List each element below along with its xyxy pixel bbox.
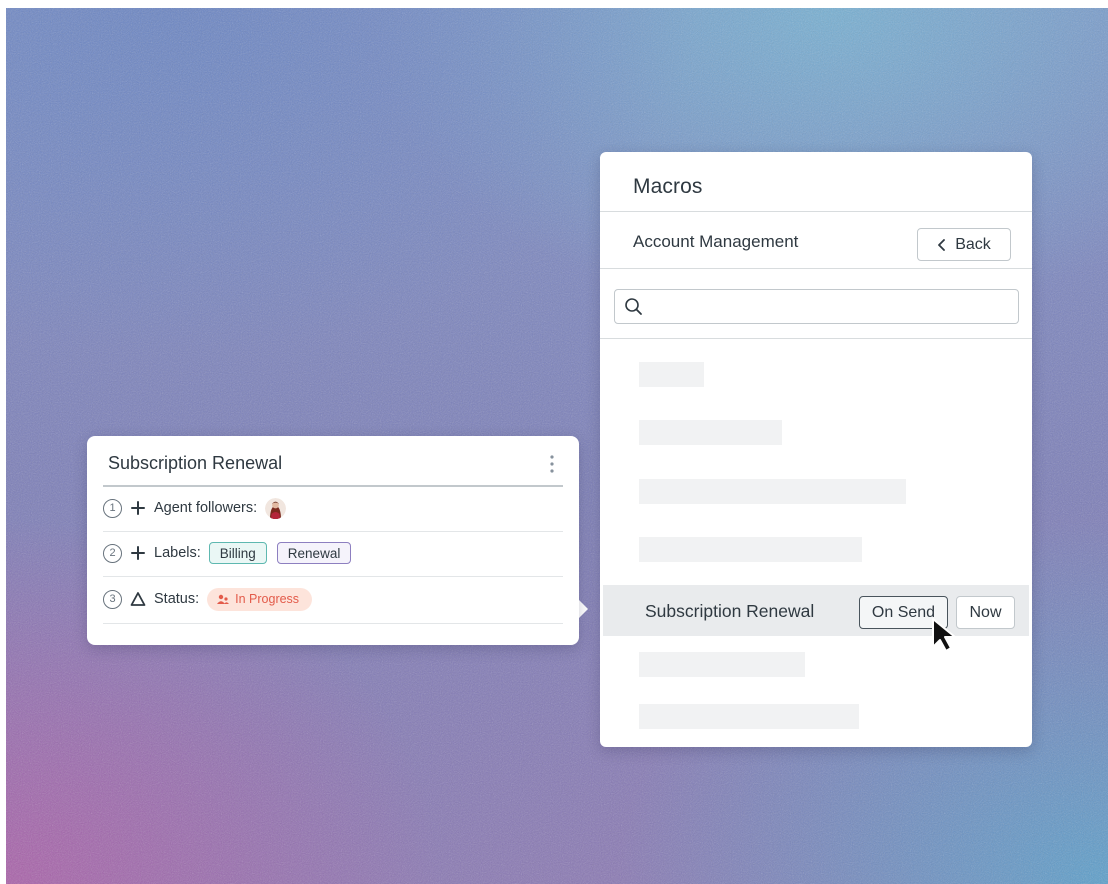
macro-placeholder xyxy=(639,652,805,677)
macro-placeholder xyxy=(639,537,862,562)
action-label: Agent followers: xyxy=(154,500,258,516)
now-button[interactable]: Now xyxy=(956,596,1015,629)
divider xyxy=(600,338,1032,339)
divider xyxy=(103,623,563,624)
triangle-icon xyxy=(130,592,146,606)
macro-placeholder xyxy=(639,704,859,729)
mouse-pointer-icon xyxy=(932,618,956,652)
macro-placeholder xyxy=(639,479,906,504)
step-number: 3 xyxy=(103,589,122,609)
search-input[interactable] xyxy=(651,294,1011,320)
back-label: Back xyxy=(955,235,991,253)
action-row: 2 Labels: Billing Renewal xyxy=(103,539,563,567)
divider xyxy=(600,211,1032,212)
divider xyxy=(103,576,563,577)
panel-title: Macros xyxy=(633,175,703,198)
users-icon xyxy=(217,594,230,604)
category-title: Account Management xyxy=(633,232,799,251)
action-label: Labels: xyxy=(154,545,201,561)
divider xyxy=(103,485,563,487)
action-row: 3 Status: In Progress xyxy=(103,585,563,613)
macro-row-subscription-renewal[interactable]: Subscription Renewal On Send Now xyxy=(603,585,1029,636)
divider xyxy=(600,268,1032,269)
search-box[interactable] xyxy=(614,289,1019,324)
divider xyxy=(103,531,563,532)
status-label: In Progress xyxy=(235,592,300,606)
macro-placeholder xyxy=(639,362,704,387)
status-badge: In Progress xyxy=(207,587,313,611)
back-button[interactable]: Back xyxy=(917,228,1011,261)
label-tag-billing: Billing xyxy=(208,542,267,564)
search-icon xyxy=(625,298,642,315)
plus-icon xyxy=(131,501,145,515)
chevron-left-icon xyxy=(938,238,946,251)
macro-placeholder xyxy=(639,420,782,445)
action-label: Status: xyxy=(154,591,200,607)
step-number: 2 xyxy=(103,543,122,563)
preview-title: Subscription Renewal xyxy=(108,453,283,473)
plus-icon xyxy=(131,546,145,560)
label-tag-renewal: Renewal xyxy=(276,542,352,564)
action-row: 1 Agent followers: xyxy=(103,494,563,522)
step-number: 1 xyxy=(103,498,122,518)
macros-panel: Macros Account Management Back Subscript… xyxy=(600,152,1032,747)
agent-avatar xyxy=(265,497,287,519)
more-options-icon[interactable] xyxy=(550,454,554,474)
macro-label: Subscription Renewal xyxy=(645,601,815,621)
macro-preview-card: Subscription Renewal 1 Agent followers: … xyxy=(87,436,579,645)
